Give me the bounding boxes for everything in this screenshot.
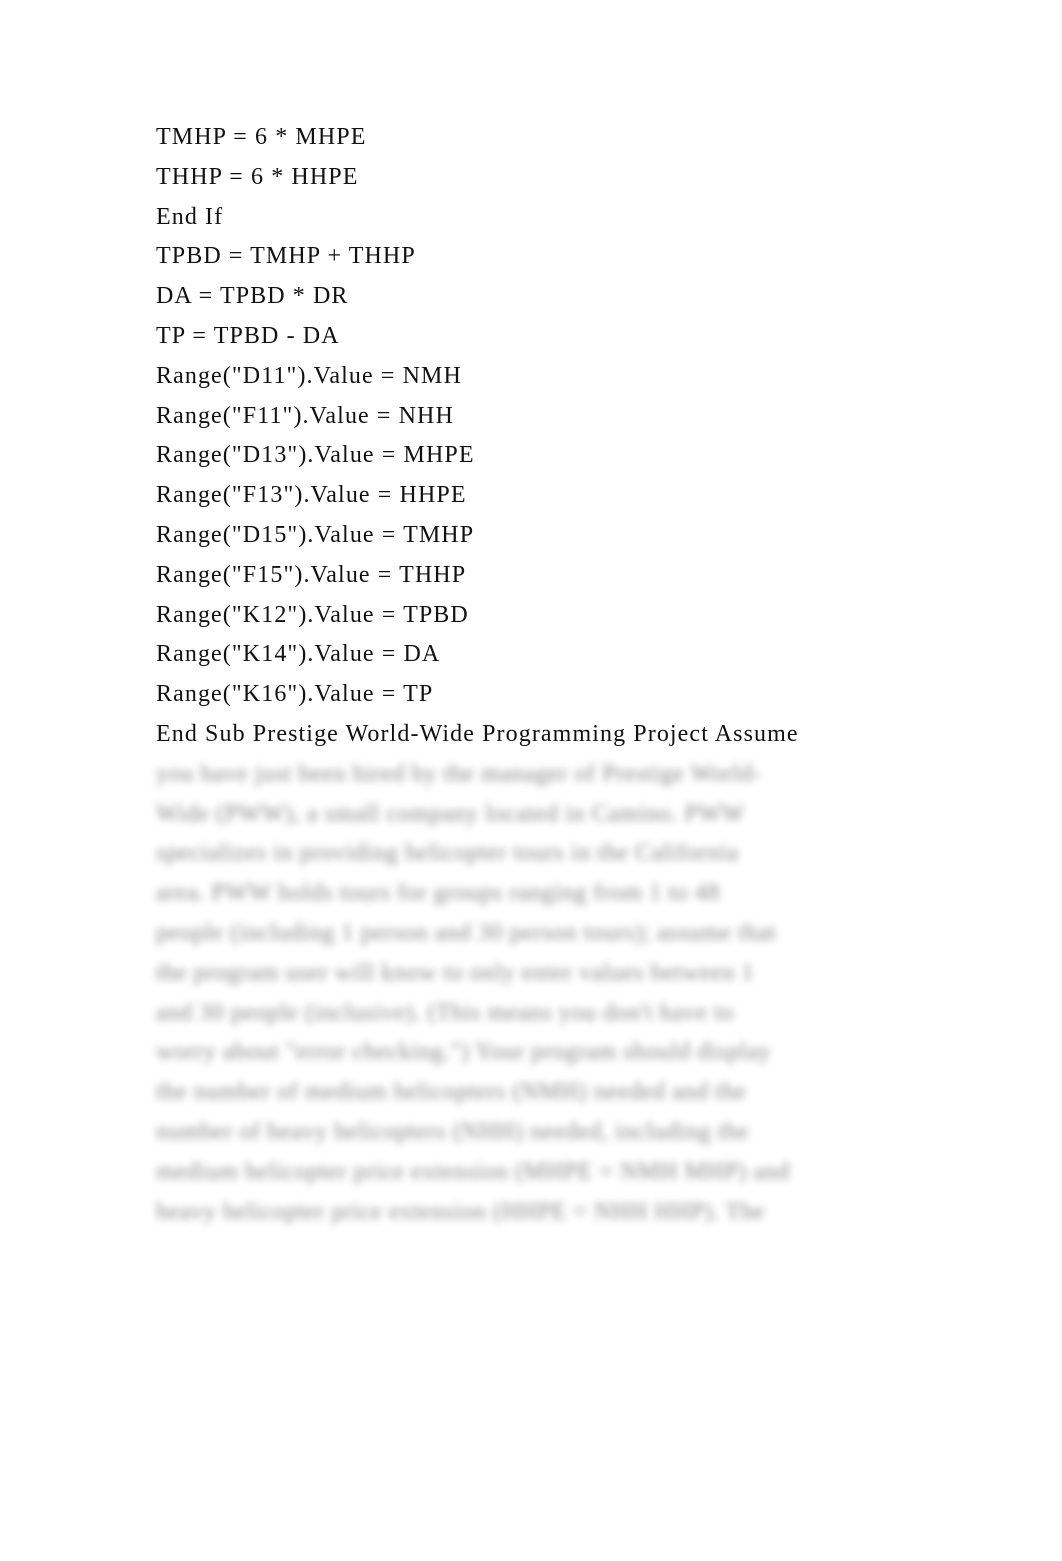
code-line: THHP = 6 * HHPE — [156, 163, 359, 190]
blurred-line: number of heavy helicopters (NHH) needed… — [156, 1118, 749, 1145]
code-line: Range("D13").Value = MHPE — [156, 442, 475, 469]
blurred-line: and 30 people (inclusive). (This means y… — [156, 999, 734, 1026]
code-line: Range("F13").Value = HHPE — [156, 482, 467, 509]
blurred-line: people (including 1 person and 30 person… — [156, 919, 777, 946]
heading-line: End Sub Prestige World-Wide Programming … — [156, 720, 799, 747]
blurred-line: specializes in providing helicopter tour… — [156, 840, 739, 867]
code-line: Range("F15").Value = THHP — [156, 561, 467, 588]
code-line: Range("D15").Value = TMHP — [156, 521, 475, 548]
code-line: TPBD = TMHP + THHP — [156, 243, 416, 270]
document-page: TMHP = 6 * MHPE THHP = 6 * HHPE End If T… — [156, 118, 926, 1232]
blurred-line: the program user will know to only enter… — [156, 959, 755, 986]
blurred-line: worry about "error checking.") Your prog… — [156, 1039, 771, 1066]
blurred-line: area. PWW holds tours for groups ranging… — [156, 880, 720, 907]
code-line: End If — [156, 203, 224, 230]
blurred-line: Wide (PWW), a small company located in C… — [156, 800, 745, 827]
code-line: Range("K12").Value = TPBD — [156, 601, 469, 628]
blurred-paragraph: you have just been hired by the manager … — [156, 755, 926, 1233]
blurred-line: the number of medium helicopters (NMH) n… — [156, 1079, 747, 1106]
code-line: Range("F11").Value = NHH — [156, 402, 454, 429]
code-line: Range("K16").Value = TP — [156, 681, 434, 708]
blurred-line: you have just been hired by the manager … — [156, 760, 762, 787]
code-line: TP = TPBD - DA — [156, 322, 340, 349]
code-line: TMHP = 6 * MHPE — [156, 124, 367, 150]
code-line: Range("K14").Value = DA — [156, 641, 441, 668]
code-line: DA = TPBD * DR — [156, 283, 349, 310]
blurred-line: heavy helicopter price extension (HHPE =… — [156, 1198, 765, 1225]
blurred-line: medium helicopter price extension (MHPE … — [156, 1158, 790, 1185]
code-line: Range("D11").Value = NMH — [156, 362, 462, 389]
